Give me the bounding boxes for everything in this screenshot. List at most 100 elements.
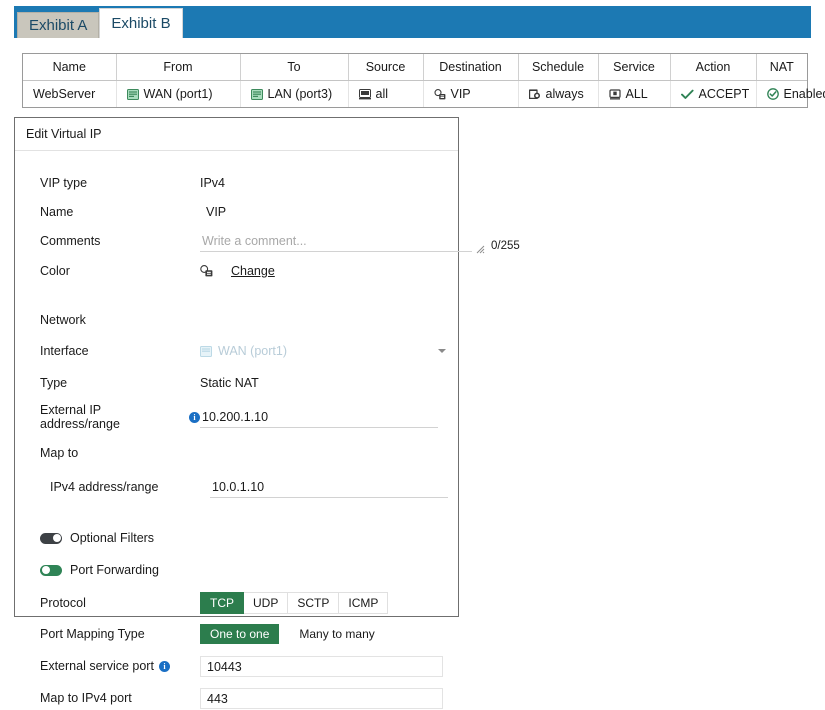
column-header-from[interactable]: From bbox=[116, 54, 240, 81]
protocol-option-tcp[interactable]: TCP bbox=[200, 592, 244, 614]
ipv4-range-label: IPv4 address/range bbox=[40, 480, 210, 494]
optional-filters-label: Optional Filters bbox=[70, 531, 154, 545]
column-header-name[interactable]: Name bbox=[23, 54, 116, 81]
field-row-name: Name VIP bbox=[15, 200, 458, 224]
policy-to-value: LAN (port3) bbox=[268, 87, 333, 101]
network-section-label: Network bbox=[15, 313, 458, 327]
cell-destination: VIP bbox=[423, 81, 518, 108]
port-mapping-type-control: One to one Many to many bbox=[200, 624, 385, 644]
type-value: Static NAT bbox=[200, 376, 458, 390]
exhibit-tab-bar: Exhibit A Exhibit B bbox=[14, 6, 811, 38]
address-icon bbox=[359, 89, 371, 100]
protocol-segmented-control: TCP UDP SCTP ICMP bbox=[200, 592, 388, 614]
policy-nat-value: Enabled bbox=[784, 87, 825, 101]
vip-type-label: VIP type bbox=[40, 176, 200, 190]
optional-filters-toggle[interactable] bbox=[40, 533, 62, 544]
mapping-option-one-to-one[interactable]: One to one bbox=[200, 624, 279, 644]
type-label: Type bbox=[40, 376, 200, 390]
name-label: Name bbox=[40, 205, 200, 219]
policy-source-value: all bbox=[376, 87, 389, 101]
ipv4-range-input[interactable]: 10.0.1.10 bbox=[210, 476, 448, 498]
interface-icon bbox=[251, 89, 263, 100]
resize-handle-icon[interactable] bbox=[476, 243, 485, 252]
port-forwarding-toggle-row[interactable]: Port Forwarding bbox=[15, 563, 458, 577]
chevron-down-icon[interactable] bbox=[438, 349, 446, 353]
field-row-vip-type: VIP type IPv4 bbox=[15, 171, 458, 195]
check-icon bbox=[681, 89, 694, 100]
cell-nat: Enabled bbox=[756, 81, 807, 108]
comments-counter: 0/255 bbox=[491, 240, 520, 252]
cell-schedule: always bbox=[518, 81, 598, 108]
comments-label: Comments bbox=[40, 234, 200, 248]
cell-from: WAN (port1) bbox=[116, 81, 240, 108]
field-row-external-service-port: External service port i 10443 bbox=[15, 654, 458, 678]
tab-exhibit-a[interactable]: Exhibit A bbox=[17, 12, 99, 38]
tab-exhibit-a-label: Exhibit A bbox=[29, 17, 87, 34]
column-header-to[interactable]: To bbox=[240, 54, 348, 81]
policy-destination-value: VIP bbox=[451, 87, 471, 101]
info-icon[interactable]: i bbox=[189, 412, 200, 423]
field-row-color: Color Change bbox=[15, 259, 458, 283]
external-service-port-label: External service port bbox=[40, 659, 154, 673]
optional-filters-toggle-row[interactable]: Optional Filters bbox=[15, 531, 458, 545]
field-row-map-to-ipv4-port: Map to IPv4 port 443 bbox=[15, 686, 458, 710]
cell-source: all bbox=[348, 81, 423, 108]
column-header-nat[interactable]: NAT bbox=[756, 54, 807, 81]
policy-action-value: ACCEPT bbox=[699, 87, 750, 101]
color-label: Color bbox=[40, 264, 200, 278]
policy-table-container: Name From To Source Destination Schedule… bbox=[22, 53, 808, 108]
policy-name-value: WebServer bbox=[33, 87, 95, 101]
cell-service: ALL bbox=[598, 81, 670, 108]
interface-label: Interface bbox=[40, 344, 200, 358]
table-row[interactable]: WebServer WAN (port1) bbox=[23, 81, 807, 108]
port-forwarding-toggle[interactable] bbox=[40, 565, 62, 576]
column-header-destination[interactable]: Destination bbox=[423, 54, 518, 81]
check-circle-icon bbox=[767, 88, 779, 100]
external-ip-label: External IP address/range bbox=[40, 403, 184, 431]
field-row-external-ip: External IP address/range i 10.200.1.10 bbox=[15, 403, 458, 431]
policy-service-value: ALL bbox=[626, 87, 648, 101]
cell-action: ACCEPT bbox=[670, 81, 756, 108]
field-row-interface: Interface WAN (port1) bbox=[15, 339, 458, 363]
external-service-port-input[interactable]: 10443 bbox=[200, 656, 443, 677]
column-header-source[interactable]: Source bbox=[348, 54, 423, 81]
column-header-action[interactable]: Action bbox=[670, 54, 756, 81]
field-row-map-to: Map to bbox=[15, 441, 458, 465]
panel-body: VIP type IPv4 Name VIP Comments Write a … bbox=[15, 171, 458, 710]
map-to-label: Map to bbox=[40, 446, 200, 460]
interface-value: WAN (port1) bbox=[218, 344, 287, 358]
column-header-service[interactable]: Service bbox=[598, 54, 670, 81]
color-palette-icon[interactable] bbox=[200, 265, 213, 277]
cell-name: WebServer bbox=[23, 81, 116, 108]
map-to-ipv4-port-input[interactable]: 443 bbox=[200, 688, 443, 709]
mapping-option-many-to-many[interactable]: Many to many bbox=[289, 624, 384, 644]
policy-table: Name From To Source Destination Schedule… bbox=[23, 54, 807, 107]
protocol-option-icmp[interactable]: ICMP bbox=[339, 592, 388, 614]
tab-exhibit-b-label: Exhibit B bbox=[111, 15, 170, 32]
vip-type-value: IPv4 bbox=[200, 176, 458, 190]
field-row-port-mapping-type: Port Mapping Type One to one Many to man… bbox=[15, 622, 458, 646]
interface-icon bbox=[127, 89, 139, 100]
field-row-protocol: Protocol TCP UDP SCTP ICMP bbox=[15, 591, 458, 615]
protocol-option-udp[interactable]: UDP bbox=[244, 592, 288, 614]
comments-input[interactable]: Write a comment... bbox=[200, 230, 472, 252]
service-icon bbox=[609, 89, 621, 100]
panel-title: Edit Virtual IP bbox=[15, 118, 458, 151]
vip-icon bbox=[434, 89, 446, 100]
port-mapping-type-label: Port Mapping Type bbox=[40, 627, 200, 641]
interface-icon bbox=[200, 346, 212, 357]
clock-icon bbox=[529, 89, 541, 100]
name-input[interactable]: VIP bbox=[206, 205, 226, 219]
external-ip-input[interactable]: 10.200.1.10 bbox=[200, 406, 438, 428]
port-forwarding-label: Port Forwarding bbox=[70, 563, 159, 577]
field-row-type: Type Static NAT bbox=[15, 371, 458, 395]
tab-exhibit-b[interactable]: Exhibit B bbox=[99, 8, 182, 38]
field-row-comments: Comments Write a comment... 0/255 bbox=[15, 229, 458, 253]
info-icon[interactable]: i bbox=[159, 661, 170, 672]
field-row-ipv4-range: IPv4 address/range 10.0.1.10 bbox=[15, 475, 458, 499]
column-header-schedule[interactable]: Schedule bbox=[518, 54, 598, 81]
map-to-ipv4-port-label: Map to IPv4 port bbox=[40, 691, 200, 705]
edit-virtual-ip-panel: Edit Virtual IP VIP type IPv4 Name VIP C… bbox=[14, 117, 459, 617]
color-change-link[interactable]: Change bbox=[231, 264, 275, 278]
protocol-option-sctp[interactable]: SCTP bbox=[288, 592, 339, 614]
